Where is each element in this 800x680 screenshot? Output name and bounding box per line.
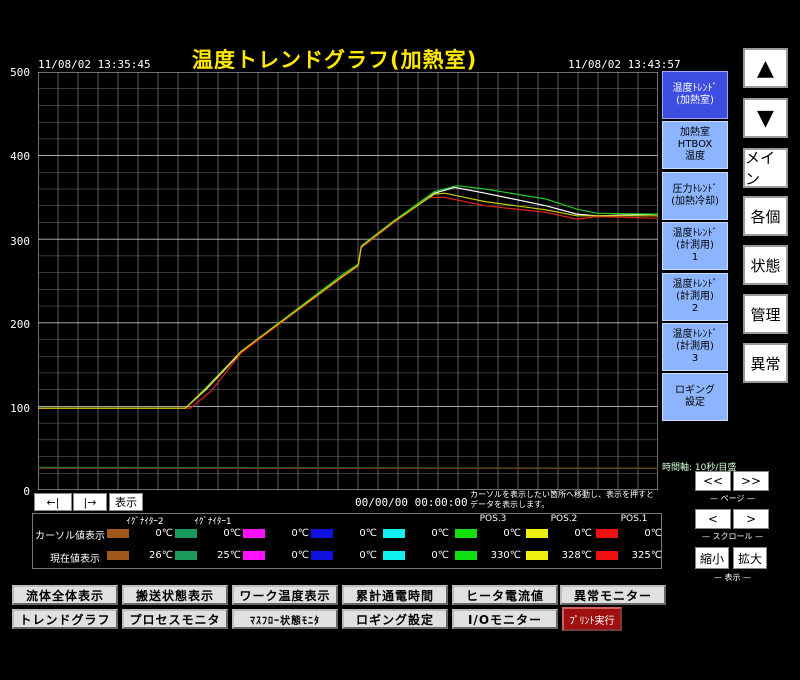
channel-name: POS.1 (620, 514, 648, 524)
nav-alarm-button[interactable]: 異常 (743, 343, 788, 383)
cursor-right-button[interactable]: |→ (73, 493, 107, 511)
channel-cursor-value: 0℃ (574, 528, 592, 539)
y-tick-label: 500 (10, 66, 30, 79)
menu-button[interactable]: ロギング設定 (342, 609, 448, 629)
page-prev-button[interactable]: << (695, 471, 731, 491)
channel-current-value: 325℃ (631, 550, 662, 561)
channel-color-swatch (107, 529, 129, 538)
nav-main-button[interactable]: メイン (743, 148, 788, 188)
page-button-4[interactable]: 温度ﾄﾚﾝﾄﾞ (計測用) 2 (662, 273, 728, 321)
y-tick-label: 0 (23, 485, 30, 498)
menu-button[interactable]: ヒータ電流値 (452, 585, 558, 605)
channel-color-swatch (383, 551, 405, 560)
y-tick-label: 200 (10, 318, 30, 331)
start-timestamp: 11/08/02 13:35:45 (38, 58, 151, 71)
channel-cursor-value: 0℃ (431, 528, 449, 539)
channel-color-swatch (243, 551, 265, 560)
menu-button[interactable]: 搬送状態表示 (122, 585, 228, 605)
menu-button[interactable]: ﾏｽﾌﾛｰ状態ﾓﾆﾀ (232, 609, 338, 629)
trend-chart[interactable] (38, 72, 658, 490)
channel-color-swatch (311, 551, 333, 560)
channel-color-swatch (243, 529, 265, 538)
scroll-right-button[interactable]: > (733, 509, 769, 529)
channel-cursor-value: 0℃ (291, 528, 309, 539)
channel-current-value: 0℃ (359, 550, 377, 561)
menu-button[interactable]: 累計通電時間 (342, 585, 448, 605)
y-tick-label: 300 (10, 235, 30, 248)
channel-color-swatch (383, 529, 405, 538)
menu-button[interactable]: ワーク温度表示 (232, 585, 338, 605)
channel-color-swatch (526, 551, 548, 560)
channel-color-swatch (526, 529, 548, 538)
channel-color-swatch (596, 551, 618, 560)
channel-name: POS.3 (479, 514, 507, 524)
nav-individual-button[interactable]: 各個 (743, 196, 788, 236)
channel-current-value: 328℃ (561, 550, 592, 561)
scroll-left-button[interactable]: < (695, 509, 731, 529)
channel-name: ｲｸﾞﾅｲﾀｰ1 (194, 517, 232, 527)
channel-color-swatch (596, 529, 618, 538)
page-title: 温度トレンドグラフ(加熱室) (192, 48, 478, 72)
channel-color-swatch (455, 529, 477, 538)
channel-cursor-value: 0℃ (503, 528, 521, 539)
page-button-5[interactable]: 温度ﾄﾚﾝﾄﾞ (計測用) 3 (662, 323, 728, 371)
page-next-button[interactable]: >> (733, 471, 769, 491)
channel-current-value: 0℃ (291, 550, 309, 561)
channel-cursor-value: 0℃ (223, 528, 241, 539)
page-nav-label: — ページ — (710, 494, 755, 503)
plot-area (38, 72, 658, 490)
channel-current-value: 26℃ (149, 550, 173, 561)
channel-current-value: 0℃ (431, 550, 449, 561)
page-button-3[interactable]: 温度ﾄﾚﾝﾄﾞ (計測用) 1 (662, 222, 728, 270)
channel-cursor-value: 0℃ (644, 528, 662, 539)
menu-button[interactable]: 異常モニター (560, 585, 666, 605)
cursor-row-label: カーソル値表示 (35, 531, 105, 542)
print-button[interactable]: ﾌﾟﾘﾝﾄ実行 (562, 607, 622, 631)
channel-color-swatch (107, 551, 129, 560)
channel-current-value: 330℃ (490, 550, 521, 561)
end-timestamp: 11/08/02 13:43:57 (568, 58, 681, 71)
nav-status-button[interactable]: 状態 (743, 245, 788, 285)
scroll-nav-label: — スクロール — (701, 532, 764, 541)
channel-current-value: 25℃ (217, 550, 241, 561)
channel-name: POS.2 (550, 514, 578, 524)
display-nav-label: — 表示 — (713, 573, 752, 582)
current-row-label: 現在値表示 (50, 554, 100, 565)
menu-button[interactable]: I/Oモニター (452, 609, 558, 629)
down-arrow-button[interactable]: ▼ (743, 98, 788, 138)
channel-color-swatch (455, 551, 477, 560)
menu-button[interactable]: 流体全体表示 (12, 585, 118, 605)
nav-manage-button[interactable]: 管理 (743, 294, 788, 334)
page-button-2[interactable]: 圧力ﾄﾚﾝﾄﾞ (加熱冷却) (662, 172, 728, 220)
up-arrow-button[interactable]: ▲ (743, 48, 788, 88)
cursor-datetime: 00/00/00 00:00:00 (355, 496, 468, 509)
page-button-1[interactable]: 加熱室 HTBOX 温度 (662, 121, 728, 169)
channel-color-swatch (311, 529, 333, 538)
channel-color-swatch (175, 551, 197, 560)
page-button-6[interactable]: ロギング 設定 (662, 373, 728, 421)
menu-button[interactable]: トレンドグラフ (12, 609, 118, 629)
y-tick-label: 100 (10, 402, 30, 415)
channel-cursor-value: 0℃ (359, 528, 377, 539)
cursor-hint: カーソルを表示したい箇所へ移動し、表示を押すとデータを表示します。 (470, 490, 654, 509)
zoom-out-button[interactable]: 縮小 (695, 547, 729, 569)
cursor-show-button[interactable]: 表示 (109, 493, 143, 511)
cursor-left-button[interactable]: ←| (34, 493, 72, 511)
y-tick-label: 400 (10, 150, 30, 163)
menu-button[interactable]: プロセスモニタ (122, 609, 228, 629)
channel-cursor-value: 0℃ (155, 528, 173, 539)
page-button-0[interactable]: 温度ﾄﾚﾝﾄﾞ (加熱室) (662, 71, 728, 119)
channel-name: ｲｸﾞﾅｲﾀｰ2 (126, 517, 164, 527)
channel-color-swatch (175, 529, 197, 538)
zoom-in-button[interactable]: 拡大 (733, 547, 767, 569)
